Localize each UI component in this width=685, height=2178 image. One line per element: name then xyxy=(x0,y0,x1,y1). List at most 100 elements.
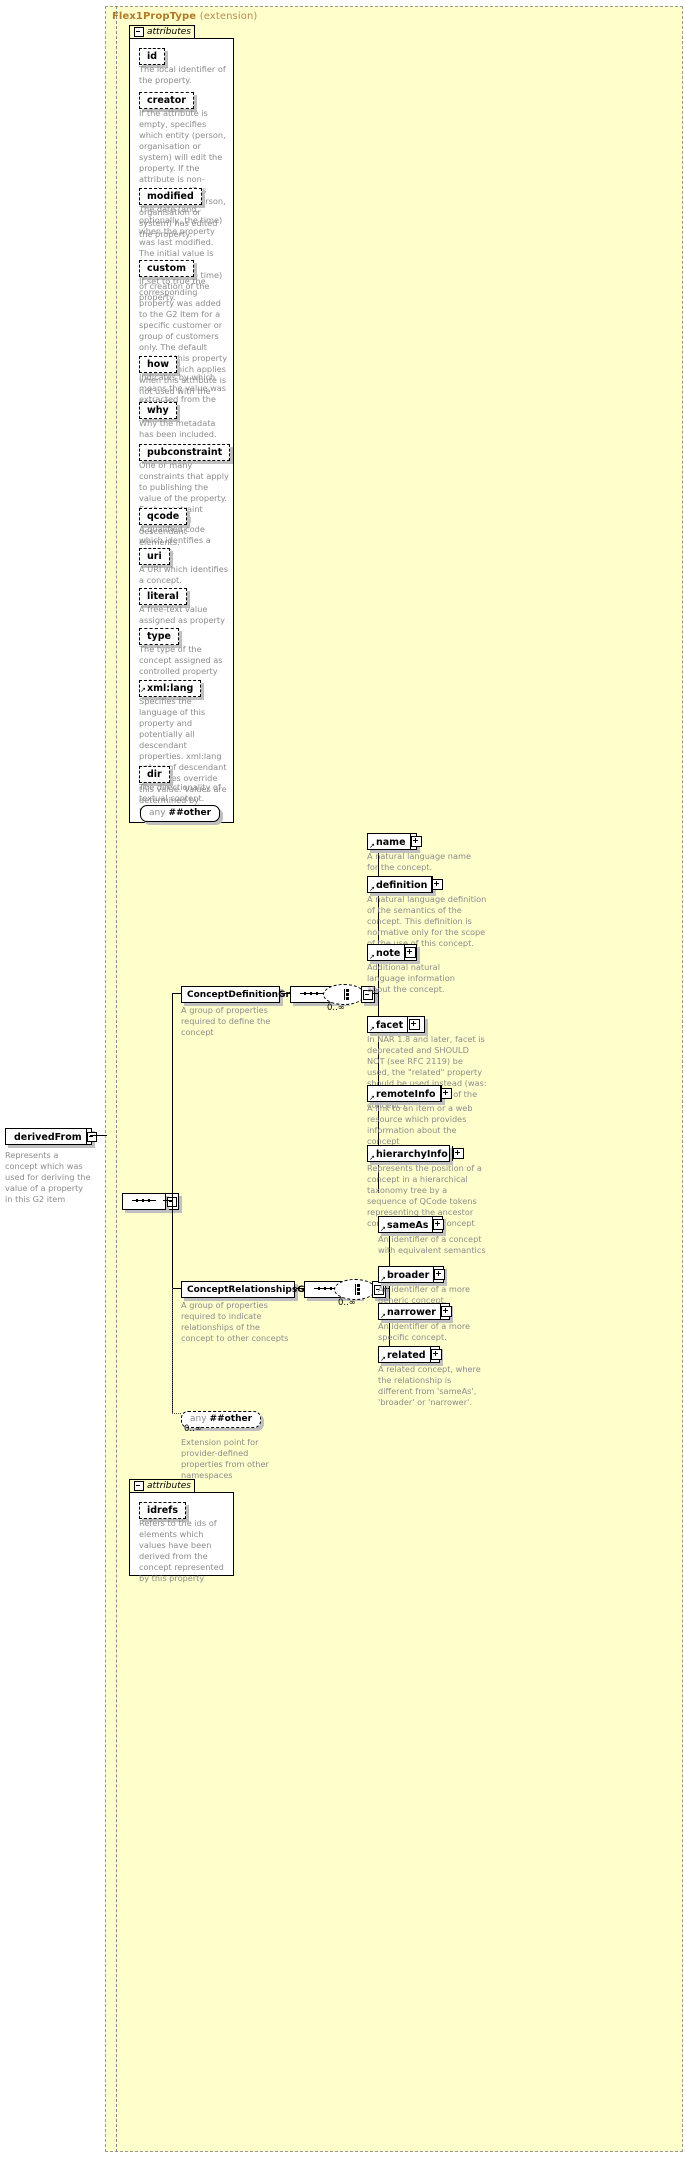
collapse-icon[interactable] xyxy=(134,27,144,37)
expand-icon[interactable] xyxy=(431,877,444,892)
element-desc: A related concept, where the relationshi… xyxy=(378,1364,481,1407)
element-desc: A natural language name for the concept. xyxy=(367,851,472,872)
expand-icon[interactable] xyxy=(439,1304,452,1319)
expand-icon[interactable] xyxy=(433,1267,446,1282)
attribute-item: custom xyxy=(139,256,195,277)
attribute-chip-dir[interactable]: dir xyxy=(139,766,170,783)
expand-icon[interactable] xyxy=(429,1347,442,1362)
attribute-item: modified xyxy=(139,184,202,205)
cardinality-label: 0..∞ xyxy=(184,1424,202,1434)
any-attribute-node[interactable]: any ##other xyxy=(140,800,221,822)
inherited-arrow-icon: ↗ xyxy=(369,1025,375,1033)
any-element-name: ##other xyxy=(209,1414,253,1424)
expand-icon[interactable] xyxy=(409,834,422,849)
attribute-chip-literal[interactable]: literal xyxy=(139,588,187,605)
attribute-chip-how[interactable]: how xyxy=(139,356,178,373)
choice-connector[interactable] xyxy=(334,1279,376,1300)
connector xyxy=(90,1135,107,1136)
attribute-chip-type[interactable]: type xyxy=(139,628,179,645)
attribute-item: uri xyxy=(139,544,170,565)
attribute-item: dir xyxy=(139,762,170,783)
element-node-hierarchyinfo[interactable]: hierarchyInfo ↗ xyxy=(367,1145,464,1162)
attribute-chip-qcode[interactable]: qcode xyxy=(139,508,188,525)
connector xyxy=(172,993,181,994)
inherited-arrow-icon: ↗ xyxy=(380,1312,386,1320)
type-title-text: Flex1PropType xyxy=(112,11,197,22)
attribute-chip-modified[interactable]: modified xyxy=(139,188,202,205)
inherited-arrow-icon: ↗ xyxy=(380,1225,386,1233)
element-label: broader xyxy=(387,1269,430,1281)
element-label: hierarchyInfo xyxy=(376,1148,448,1160)
element-label: remoteInfo xyxy=(376,1088,436,1100)
expand-icon[interactable] xyxy=(439,1086,452,1101)
attribute-chip-creator[interactable]: creator xyxy=(139,92,194,109)
expand-icon[interactable] xyxy=(432,1217,445,1232)
attribute-item: creator xyxy=(139,88,194,109)
attribute-item: idrefs xyxy=(139,1498,186,1519)
attribute-item: qcode xyxy=(139,504,188,525)
attribute-chip-custom[interactable]: custom xyxy=(139,260,195,277)
element-label: definition xyxy=(376,879,428,891)
inherited-arrow-icon: ↗ xyxy=(369,1154,375,1162)
element-node-definition[interactable]: definition ↗ xyxy=(367,876,444,893)
attribute-item: how xyxy=(139,352,178,373)
type-title: Flex1PropType (extension) xyxy=(112,11,257,22)
sequence-connector[interactable] xyxy=(122,1193,179,1210)
element-desc: An identifier of a more specific concept… xyxy=(378,1321,471,1342)
collapse-icon[interactable] xyxy=(85,1129,97,1144)
attributes-label-2: attributes xyxy=(147,1481,191,1491)
connector xyxy=(296,1288,304,1289)
connector xyxy=(163,1200,173,1201)
expand-icon[interactable] xyxy=(407,1017,421,1032)
attribute-chip-xmllang[interactable]: xml:lang xyxy=(139,680,202,697)
group-desc: A group of properties required to define… xyxy=(181,1005,271,1037)
inherited-arrow-icon: ↗ xyxy=(369,885,375,893)
attribute-desc: Refers to the ids of elements which valu… xyxy=(139,1518,224,1583)
group-desc: A group of properties required to indica… xyxy=(181,1300,289,1343)
schema-diagram: Flex1PropType (extension) attributes id … xyxy=(0,0,685,2178)
expand-icon[interactable] xyxy=(451,1146,464,1161)
type-title-suffix: (extension) xyxy=(199,11,258,22)
attribute-desc: The local identifier of the property. xyxy=(139,64,226,85)
choice-icon xyxy=(323,984,365,1005)
element-node-related[interactable]: related ↗ xyxy=(378,1346,442,1363)
collapse-icon[interactable] xyxy=(134,1481,144,1491)
inherited-arrow-icon: ↗ xyxy=(140,686,146,694)
element-desc: A natural language definition of the sem… xyxy=(367,894,487,948)
attribute-chip-why[interactable]: why xyxy=(139,402,177,419)
root-element-label: derivedFrom xyxy=(14,1131,82,1143)
attribute-chip-idrefs[interactable]: idrefs xyxy=(139,1502,186,1519)
any-element-desc: Extension point for provider-defined pro… xyxy=(181,1437,269,1480)
attribute-chip-id[interactable]: id xyxy=(139,48,166,65)
group-node-conceptdefinitiongroup[interactable]: ConceptDefinitionGroup xyxy=(181,986,325,1003)
element-node-facet[interactable]: facet ↗ xyxy=(367,1016,425,1033)
attribute-item: id xyxy=(139,44,166,65)
connector xyxy=(172,1288,181,1289)
element-node-broader[interactable]: broader ↗ xyxy=(378,1266,446,1283)
element-node-note[interactable]: note ↗ xyxy=(367,944,417,961)
root-element-node[interactable]: derivedFrom xyxy=(5,1128,97,1145)
element-node-remoteinfo[interactable]: remoteInfo ↗ xyxy=(367,1085,452,1102)
attribute-item: literal xyxy=(139,584,187,605)
element-node-narrower[interactable]: narrower ↗ xyxy=(378,1303,452,1320)
choice-icon xyxy=(334,1279,376,1300)
root-element-desc: Represents a concept which was used for … xyxy=(5,1150,91,1204)
attributes-header[interactable]: attributes xyxy=(129,25,195,38)
element-desc: An identifier of a concept with equivale… xyxy=(378,1234,486,1255)
inherited-arrow-icon: ↗ xyxy=(380,1355,386,1363)
group-node-conceptrelationshipsgroup[interactable]: ConceptRelationshipsGroup xyxy=(181,1281,345,1298)
expand-icon[interactable] xyxy=(404,945,417,960)
element-node-name[interactable]: name ↗ xyxy=(367,833,422,850)
element-node-sameas[interactable]: sameAs ↗ xyxy=(378,1216,445,1233)
attributes-header-2[interactable]: attributes xyxy=(129,1479,195,1492)
attribute-chip-uri[interactable]: uri xyxy=(139,548,170,565)
element-desc: A link to an item or a web resource whic… xyxy=(367,1103,473,1146)
connector xyxy=(281,993,290,994)
connector-dotted xyxy=(172,1413,181,1414)
inherited-arrow-icon: ↗ xyxy=(369,842,375,850)
attribute-chip-pubconstraint[interactable]: pubconstraint xyxy=(139,444,231,461)
inherited-arrow-icon: ↗ xyxy=(369,953,375,961)
attribute-desc: A URI which identifies a concept. xyxy=(139,564,228,585)
attribute-item: xml:lang ↗ xyxy=(139,676,202,697)
choice-connector[interactable] xyxy=(323,984,365,1005)
